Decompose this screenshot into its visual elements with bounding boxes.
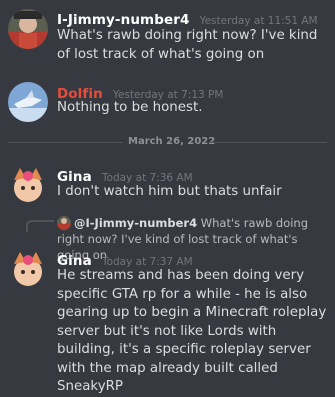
message: Gina Today at 7:37 AM He streams and has… [0, 246, 335, 394]
message-text: He streams and has been doing very speci… [57, 268, 327, 394]
author-name[interactable]: I-Jimmy-number4 [57, 12, 189, 28]
reply-avatar [57, 216, 71, 230]
reply-spine [26, 220, 54, 232]
message: I-Jimmy-number4 Yesterday at 11:51 AM Wh… [0, 0, 335, 70]
reply-author[interactable]: @I-Jimmy-number4 [74, 216, 197, 230]
date-divider-label: March 26, 2022 [128, 136, 216, 147]
avatar[interactable] [8, 82, 48, 122]
message: Dolfin Yesterday at 7:13 PM Nothing to b… [0, 76, 335, 126]
date-divider: March 26, 2022 [0, 136, 335, 148]
divider-line [209, 142, 327, 143]
avatar[interactable] [8, 250, 48, 290]
timestamp: Yesterday at 11:51 AM [199, 15, 318, 27]
avatar[interactable] [8, 9, 48, 49]
divider-line [8, 142, 123, 143]
message: Gina Today at 7:36 AM I don't watch him … [0, 160, 335, 210]
message-text: Nothing to be honest. [57, 100, 203, 115]
avatar[interactable] [8, 166, 48, 206]
message-text: I don't watch him but thats unfair [57, 184, 282, 199]
message-text: What's rawb doing right now? I've kind o… [57, 28, 318, 62]
